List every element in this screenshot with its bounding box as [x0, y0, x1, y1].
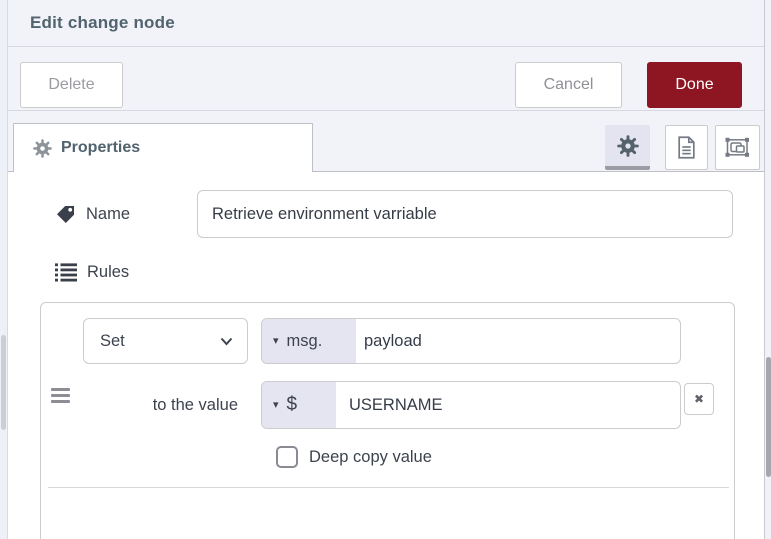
rule-property-input: ▾ msg.	[261, 318, 681, 364]
property-value-input[interactable]	[356, 319, 680, 363]
edit-node-tray: Edit change node Delete Cancel Done Prop…	[8, 0, 764, 539]
rule-action-select[interactable]: Set	[83, 318, 248, 364]
name-label: Name	[86, 204, 131, 223]
rule-action-value: Set	[100, 331, 125, 350]
to-the-value-label: to the value	[152, 396, 238, 414]
tray-toolbar: Delete Cancel Done	[8, 47, 764, 111]
close-icon: ✖	[693, 392, 705, 406]
property-type-label: msg.	[286, 331, 323, 350]
rules-label: Rules	[87, 262, 130, 281]
delete-button[interactable]: Delete	[20, 62, 123, 108]
deep-copy-row: Deep copy value	[276, 444, 432, 470]
rule-card: Set ▾ msg. to the value	[40, 302, 735, 539]
gear-icon	[616, 134, 639, 157]
left-scrollbar-thumb[interactable]	[1, 335, 6, 430]
properties-form: Name Rules Set	[8, 172, 764, 539]
value-type-button[interactable]: ▾ $	[262, 382, 336, 428]
deep-copy-checkbox[interactable]	[276, 446, 298, 468]
tag-icon	[55, 204, 76, 225]
left-edge-strip	[0, 0, 8, 539]
rule-value-input: ▾ $	[261, 381, 681, 429]
name-input[interactable]	[197, 190, 733, 238]
appearance-icon	[725, 137, 750, 158]
description-view-button[interactable]	[665, 125, 708, 170]
tab-properties-label: Properties	[61, 139, 141, 156]
tray-scrollbar-thumb[interactable]	[766, 357, 771, 477]
tray-scrollbar-track	[764, 0, 771, 539]
cancel-button[interactable]: Cancel	[515, 62, 622, 108]
document-icon	[677, 136, 696, 159]
value-type-label: $	[286, 394, 298, 415]
tab-properties[interactable]: Properties	[13, 123, 313, 172]
gear-icon	[33, 138, 52, 158]
chevron-down-icon	[220, 337, 233, 346]
value-input[interactable]	[336, 382, 680, 428]
property-type-button[interactable]: ▾ msg.	[262, 319, 356, 363]
appearance-view-button[interactable]	[715, 125, 760, 170]
editor-tab-strip: Properties	[8, 111, 764, 172]
deep-copy-label: Deep copy value	[309, 447, 432, 466]
properties-view-button[interactable]	[605, 125, 650, 170]
rule-divider	[48, 487, 729, 488]
dialog-title: Edit change node	[30, 13, 175, 32]
caret-down-icon: ▾	[273, 398, 279, 411]
list-icon	[55, 262, 77, 282]
caret-down-icon: ▾	[273, 334, 279, 347]
name-field-label-row: Name	[55, 190, 130, 238]
tray-header: Edit change node	[8, 0, 764, 47]
rules-section-label-row: Rules	[55, 258, 129, 286]
remove-rule-button[interactable]: ✖	[684, 383, 714, 415]
done-button[interactable]: Done	[647, 62, 742, 108]
